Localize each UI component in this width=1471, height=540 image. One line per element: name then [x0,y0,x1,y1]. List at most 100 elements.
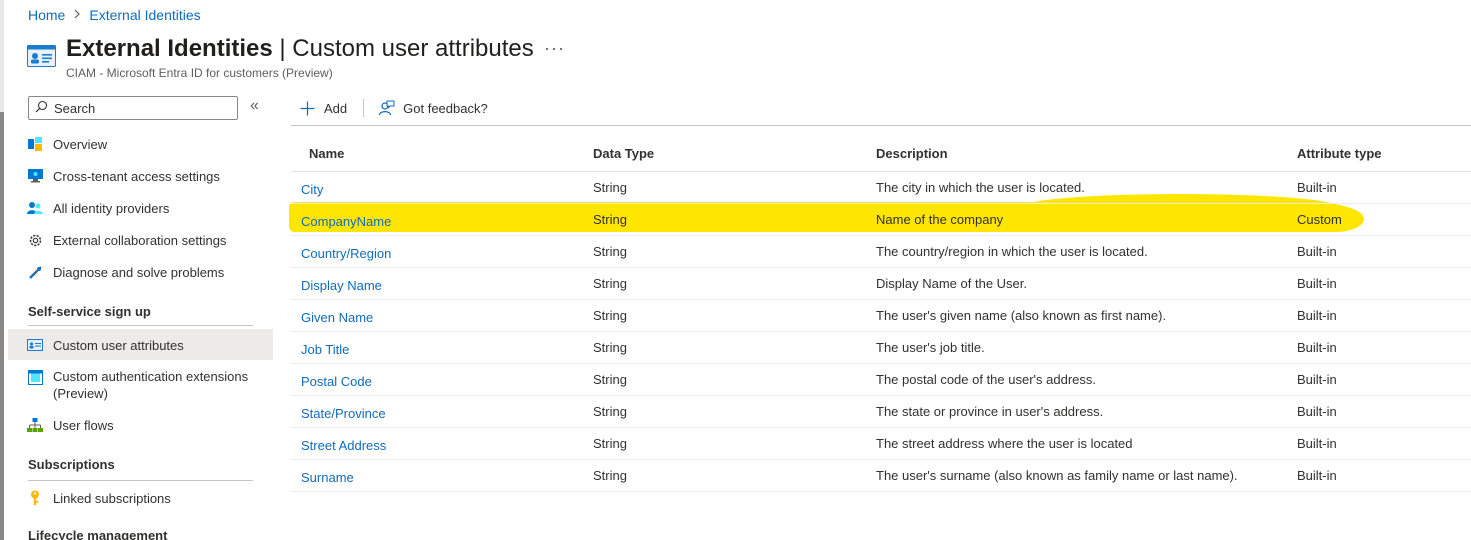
column-header-name[interactable]: Name [309,146,344,161]
attribute-data-type: String [593,308,627,323]
sidebar-item-custom-user-attributes[interactable]: Custom user attributes [8,329,273,360]
attribute-description: Name of the company [876,212,1004,227]
attribute-name-link[interactable]: Job Title [301,342,349,357]
divider [28,325,253,326]
sidebar-search-box[interactable] [28,96,238,120]
sidebar-item-label: Custom user attributes [53,338,184,353]
overview-icon [27,136,43,152]
attribute-name-link[interactable]: Postal Code [301,374,372,389]
chevron-right-icon [73,8,81,22]
more-options-icon[interactable]: ··· [544,38,565,59]
page-title-bold: External Identities [66,35,273,62]
table-row[interactable]: Display Name String Display Name of the Us… [291,268,1471,300]
attribute-description: The country/region in which the user is … [876,244,1148,259]
attribute-type: Built-in [1297,308,1337,323]
table-row[interactable]: Job Title String The user's job title. Buil… [291,332,1471,364]
sidebar-item-linked-subscriptions[interactable]: Linked subscriptions [8,490,273,507]
sidebar-item-label-line1: Custom authentication extensions [53,369,249,384]
attribute-name-link[interactable]: Street Address [301,438,386,453]
attribute-name-link[interactable]: State/Province [301,406,386,421]
table-header-row: Name Data Type Description Attribute typ… [291,136,1471,172]
id-card-icon [27,337,43,353]
command-bar: Add Got feedback? [300,96,488,120]
table-row[interactable]: Given Name String The user's given name (a… [291,300,1471,332]
attribute-type: Built-in [1297,340,1337,355]
attribute-name-link[interactable]: CompanyName [301,214,391,229]
sidebar-item-cross-tenant[interactable]: Cross-tenant access settings [8,168,273,185]
key-icon [27,490,43,506]
attribute-type: Built-in [1297,244,1337,259]
sidebar-item-label: Custom authentication extensions (Previe… [53,368,248,402]
sidebar-item-label: Diagnose and solve problems [53,265,225,280]
sidebar-item-user-flows[interactable]: User flows [8,417,273,434]
add-button-label: Add [324,100,348,116]
collapse-sidebar-icon[interactable]: « [250,97,259,115]
search-input[interactable] [54,100,234,116]
page-title: External Identities | Custom user attrib… [66,35,534,63]
attribute-data-type: String [593,244,627,259]
attribute-data-type: String [593,404,627,419]
sidebar-item-identity-providers[interactable]: All identity providers [8,200,273,217]
attribute-data-type: String [593,340,627,355]
table-row[interactable]: Surname String The user's surname (also kn… [291,460,1471,492]
attribute-type: Built-in [1297,180,1337,195]
page-subtitle: CIAM - Microsoft Entra ID for customers … [66,66,333,80]
attribute-type: Built-in [1297,276,1337,291]
attribute-data-type: String [593,436,627,451]
section-title-lifecycle: Lifecycle management [28,528,168,540]
id-card-title-icon [27,45,56,67]
attribute-type: Built-in [1297,468,1337,483]
monitor-icon [27,168,43,184]
sidebar-item-label: All identity providers [53,201,170,216]
attribute-name-link[interactable]: City [301,182,323,197]
attribute-name-link[interactable]: Display Name [301,278,382,293]
attribute-description: The user's given name (also known as fir… [876,308,1167,323]
sidebar-item-label: External collaboration settings [53,233,227,248]
page-title-rest: | Custom user attributes [272,35,534,62]
gear-icon [27,232,43,248]
breadcrumb: Home External Identities [28,7,201,23]
attribute-description: The postal code of the user's address. [876,372,1096,387]
table-row[interactable]: Postal Code String The postal code of the … [291,364,1471,396]
window-edge-scrollbar [0,0,4,540]
table-row[interactable]: State/Province String The state or provinc… [291,396,1471,428]
attribute-type: Built-in [1297,436,1337,451]
attribute-data-type: String [593,372,627,387]
attribute-name-link[interactable]: Given Name [301,310,373,325]
attribute-description: Display Name of the User. [876,276,1028,291]
table-row[interactable]: City String The city in which the user is … [291,172,1471,204]
column-header-description[interactable]: Description [876,146,948,161]
attribute-type: Built-in [1297,372,1337,387]
plus-icon [300,101,315,116]
sidebar-item-external-collab[interactable]: External collaboration settings [8,232,273,249]
toolbar-divider [363,99,365,117]
attribute-name-link[interactable]: Country/Region [301,246,391,261]
attribute-description: The city in which the user is located. [876,180,1085,195]
breadcrumb-external-identities[interactable]: External Identities [89,7,200,23]
add-button[interactable]: Add [300,101,347,116]
attribute-description: The state or province in user's address. [876,404,1104,419]
users-icon [27,200,43,216]
feedback-button[interactable]: Got feedback? [378,100,488,117]
attribute-description: The user's job title. [876,340,985,355]
attribute-data-type: String [593,180,627,195]
section-title-self-service: Self-service sign up [28,304,151,319]
sidebar-item-overview[interactable]: Overview [8,136,273,153]
extension-icon [27,369,43,385]
sidebar-item-diagnose[interactable]: Diagnose and solve problems [8,264,273,281]
breadcrumb-home[interactable]: Home [28,7,65,23]
sidebar-item-label: User flows [53,418,114,433]
attribute-type: Built-in [1297,404,1337,419]
column-header-attribute-type[interactable]: Attribute type [1297,146,1382,161]
attribute-type: Custom [1297,212,1342,227]
search-icon [35,100,48,116]
section-title-subscriptions: Subscriptions [28,457,115,472]
table-row[interactable]: Street Address String The street address w… [291,428,1471,460]
sidebar-item-custom-auth-extensions[interactable]: Custom authentication extensions (Previe… [8,368,273,402]
flow-icon [27,417,43,433]
table-row[interactable]: CompanyName String Name of the company Cust… [291,204,1471,236]
sidebar-item-label: Linked subscriptions [53,491,171,506]
table-row[interactable]: Country/Region String The country/region i… [291,236,1471,268]
attribute-name-link[interactable]: Surname [301,470,354,485]
column-header-data-type[interactable]: Data Type [593,146,654,161]
